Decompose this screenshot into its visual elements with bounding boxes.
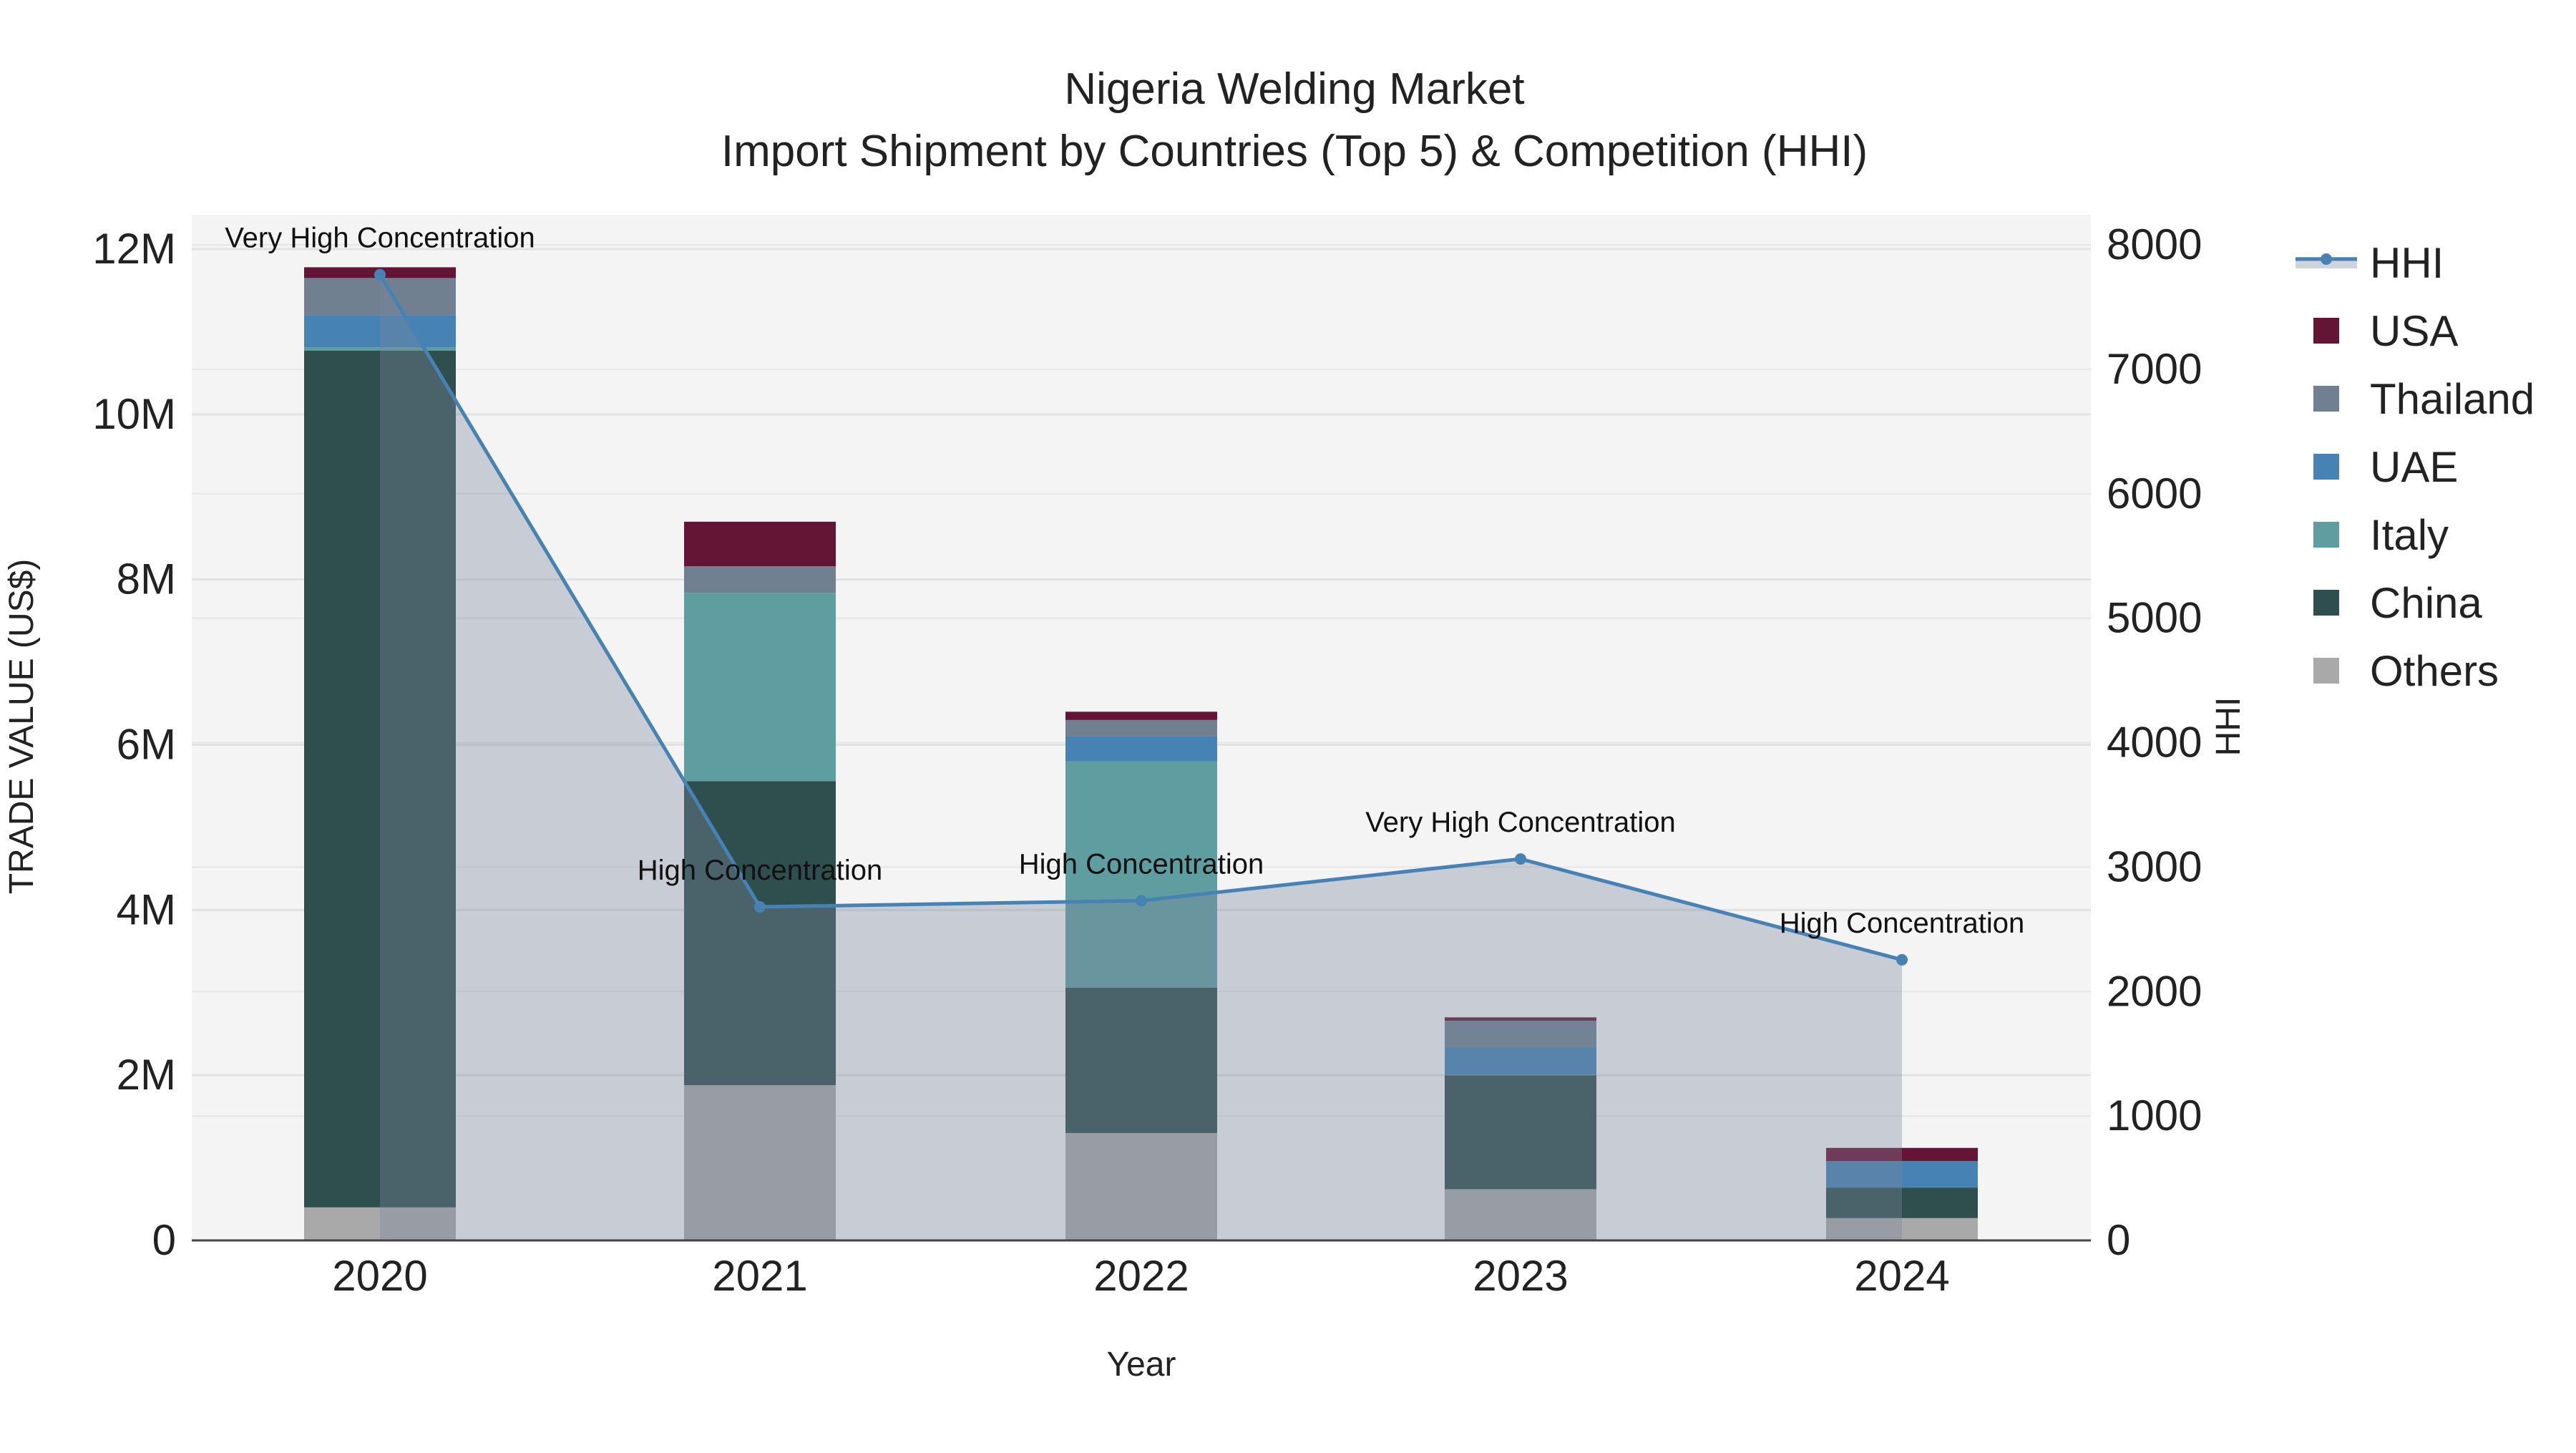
y-tick-label: 4M <box>117 885 176 933</box>
y-tick-label: 0 <box>152 1216 176 1264</box>
legend-label: Others <box>2370 647 2499 695</box>
legend-item-usa[interactable]: USA <box>2313 307 2458 355</box>
hhi-annotation: High Concentration <box>638 855 882 886</box>
legend: HHI USA Thailand UAE Italy China Others <box>2296 239 2534 695</box>
y-tick-label: 2M <box>117 1051 176 1099</box>
hhi-annotation: Very High Concentration <box>225 223 535 254</box>
y-tick-label: 10M <box>92 390 176 438</box>
legend-swatch <box>2313 386 2339 412</box>
y2-tick-label: 3000 <box>2107 842 2202 890</box>
x-tick-label: 2021 <box>712 1252 807 1300</box>
legend-label: China <box>2370 579 2482 627</box>
bar-thailand-2022 <box>1065 719 1217 737</box>
hhi-point-2023 <box>1515 853 1526 865</box>
bar-uae-2022 <box>1065 736 1217 762</box>
hhi-point-2024 <box>1896 953 1908 966</box>
bar-usa-2022 <box>1065 711 1217 720</box>
legend-label: UAE <box>2370 443 2458 491</box>
hhi-annotation: Very High Concentration <box>1365 807 1676 838</box>
x-axis-label: Year <box>1107 1346 1176 1384</box>
legend-swatch <box>2313 454 2339 480</box>
y2-tick-label: 2000 <box>2107 967 2202 1015</box>
legend-label: Italy <box>2370 511 2449 559</box>
y2-tick-label: 7000 <box>2107 345 2202 393</box>
y2-tick-label: 4000 <box>2107 719 2202 767</box>
y2-tick-label: 6000 <box>2107 470 2202 517</box>
y-tick-label: 8M <box>117 555 176 603</box>
legend-item-italy[interactable]: Italy <box>2313 511 2449 559</box>
chart: Nigeria Welding Market Import Shipment b… <box>3 64 2534 1384</box>
bar-usa-2021 <box>684 521 836 567</box>
legend-label: USA <box>2370 307 2458 355</box>
hhi-point-2021 <box>754 901 766 913</box>
x-tick-label: 2023 <box>1473 1252 1568 1300</box>
x-tick-label: 2024 <box>1854 1252 1949 1300</box>
legend-swatch <box>2313 590 2339 616</box>
chart-title: Nigeria Welding Market <box>1064 64 1524 114</box>
y2-tick-label: 5000 <box>2107 594 2202 642</box>
hhi-point-2020 <box>374 268 386 281</box>
hhi-point-2022 <box>1136 895 1147 907</box>
legend-item-hhi[interactable]: HHI <box>2296 239 2444 287</box>
legend-item-thailand[interactable]: Thailand <box>2313 375 2534 423</box>
bar-italy-2021 <box>684 593 836 782</box>
legend-marker <box>2321 253 2332 265</box>
legend-swatch <box>2313 522 2339 548</box>
legend-label: HHI <box>2370 239 2444 287</box>
chart-subtitle: Import Shipment by Countries (Top 5) & C… <box>721 127 1868 176</box>
x-tick-label: 2022 <box>1093 1252 1189 1300</box>
legend-swatch <box>2313 318 2339 344</box>
y-axis-label: TRADE VALUE (US$) <box>3 559 41 895</box>
bar-thailand-2021 <box>684 566 836 593</box>
legend-swatch <box>2313 658 2339 684</box>
y2-tick-label: 0 <box>2107 1216 2130 1264</box>
legend-item-china[interactable]: China <box>2313 579 2482 627</box>
legend-item-uae[interactable]: UAE <box>2313 443 2458 491</box>
y2-tick-label: 1000 <box>2107 1092 2202 1139</box>
y-tick-label: 12M <box>92 225 176 273</box>
y2-tick-label: 8000 <box>2107 220 2202 268</box>
hhi-annotation: High Concentration <box>1780 908 2024 939</box>
hhi-annotation: High Concentration <box>1019 848 1264 880</box>
y2-axis-label: HHI <box>2210 697 2248 757</box>
legend-item-others[interactable]: Others <box>2313 647 2499 695</box>
y-tick-label: 6M <box>117 721 176 769</box>
legend-label: Thailand <box>2370 375 2534 423</box>
x-tick-label: 2020 <box>332 1252 427 1300</box>
